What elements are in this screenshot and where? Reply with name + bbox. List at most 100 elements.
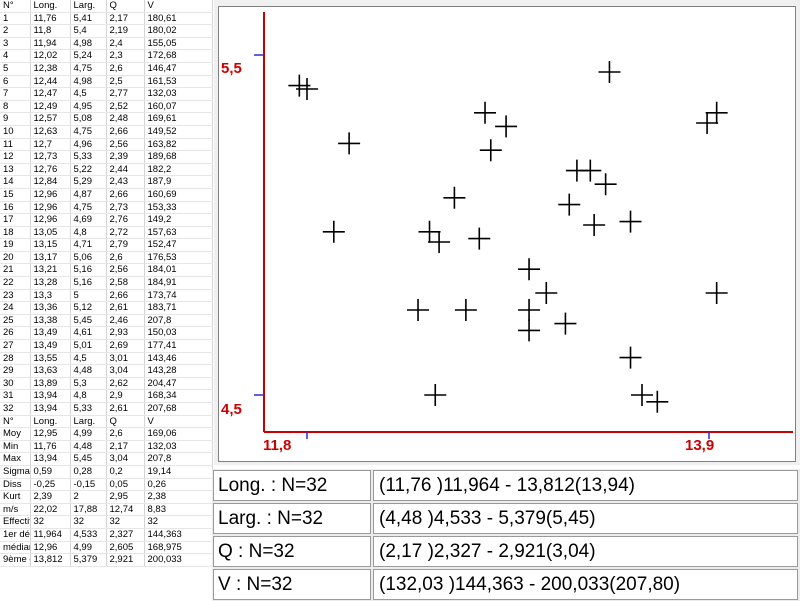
grid-cell[interactable]: 152,47 [144,238,213,252]
grid-cell[interactable]: 207,8 [144,452,213,466]
grid-cell[interactable]: 2,66 [106,125,145,139]
grid-cell[interactable]: 2,72 [106,226,145,240]
grid-cell[interactable]: 4,61 [70,326,107,341]
grid-cell[interactable]: 2,77 [106,87,145,101]
grid-cell[interactable]: 2,61 [106,402,145,416]
grid-cell[interactable]: 149,52 [144,125,213,139]
grid-cell[interactable]: 11,8 [30,24,71,38]
grid-cell[interactable]: 2,46 [106,314,145,328]
grid-cell[interactable]: 13,17 [30,251,71,265]
grid-cell[interactable]: -0,25 [30,478,71,492]
grid-cell[interactable]: 13,89 [30,377,71,391]
grid-cell[interactable]: 2,3 [106,49,145,63]
grid-cell[interactable]: 5,33 [70,402,107,416]
grid-cell[interactable]: 11,964 [30,528,71,542]
grid-cell[interactable]: 1er décile [0,528,31,542]
grid-cell[interactable]: 4,8 [70,226,107,240]
grid-cell[interactable]: 2 [70,490,107,504]
grid-cell[interactable]: 4,8 [70,389,107,403]
grid-cell[interactable]: 5,41 [70,12,107,26]
grid-cell[interactable]: 2,5 [106,75,145,89]
grid-cell[interactable]: N° [0,415,31,429]
grid-cell[interactable]: 17 [0,213,31,227]
grid-cell[interactable]: 0,05 [106,478,145,492]
grid-cell[interactable]: V [144,415,213,429]
grid-cell[interactable]: 146,47 [144,62,213,76]
grid-cell[interactable]: 2,327 [106,528,145,542]
grid-cell[interactable]: 2,39 [30,490,71,504]
grid-cell[interactable]: 4,98 [70,37,107,51]
grid-cell[interactable]: 13,49 [30,339,71,353]
grid-cell[interactable]: 5,3 [70,377,107,391]
grid-cell[interactable]: 4,75 [70,62,107,76]
grid-cell[interactable]: 184,91 [144,276,213,290]
grid-cell[interactable]: 2,95 [106,490,145,504]
grid-cell[interactable]: 2,79 [106,238,145,252]
grid-cell[interactable]: 11 [0,138,31,152]
grid-cell[interactable]: 13,38 [30,314,71,328]
grid-cell[interactable]: 21 [0,263,31,278]
grid-cell[interactable]: 13 [0,163,31,177]
grid-cell[interactable]: 2,69 [106,339,145,353]
grid-cell[interactable]: 4,5 [70,352,107,366]
grid-cell[interactable]: 143,46 [144,352,213,366]
grid-cell[interactable]: 2,6 [106,251,145,265]
grid-cell[interactable]: 12,44 [30,75,71,89]
grid-cell[interactable]: 0,26 [144,478,213,492]
grid-cell[interactable]: 12,74 [106,503,145,517]
grid-cell[interactable]: 177,41 [144,339,213,353]
grid-cell[interactable]: 13,15 [30,238,71,252]
grid-cell[interactable]: 204,47 [144,377,213,391]
grid-cell[interactable]: 9 [0,112,31,126]
grid-cell[interactable]: 4 [0,49,31,63]
grid-cell[interactable]: 169,06 [144,427,213,441]
grid-cell[interactable]: Max [0,452,31,466]
grid-cell[interactable]: Long. [30,0,71,13]
grid-cell[interactable]: 13,94 [30,402,71,416]
grid-cell[interactable]: 163,82 [144,138,213,152]
grid-cell[interactable]: 5,22 [70,163,107,177]
grid-cell[interactable]: 12,38 [30,62,71,76]
grid-cell[interactable]: 13,05 [30,226,71,240]
grid-cell[interactable]: 2,48 [106,112,145,126]
grid-cell[interactable]: 6 [0,75,31,89]
grid-cell[interactable]: 2,62 [106,377,145,391]
grid-cell[interactable]: 12,49 [30,100,71,114]
grid-cell[interactable]: 4,96 [70,138,107,152]
grid-cell[interactable]: 5,16 [70,276,107,290]
grid-cell[interactable]: Q [106,0,145,13]
grid-cell[interactable]: 20 [0,251,31,265]
grid-cell[interactable]: 5,12 [70,301,107,315]
grid-cell[interactable]: 132,03 [144,440,213,454]
grid-cell[interactable]: 12,7 [30,138,71,152]
grid-cell[interactable]: 160,07 [144,100,213,114]
grid-cell[interactable]: 5,379 [70,553,107,567]
grid-cell[interactable]: 12,96 [30,201,71,215]
data-grid[interactable]: N° Long. Larg. Q V 1 11,76 5,41 2,17 180,61 2 11,8 5… [0,0,213,600]
grid-cell[interactable]: 13,55 [30,352,71,366]
grid-cell[interactable]: 12,63 [30,125,71,139]
grid-cell[interactable]: 19,14 [144,465,213,479]
grid-cell[interactable]: 2,52 [106,100,145,114]
grid-cell[interactable]: Diss [0,478,31,492]
grid-cell[interactable]: 17,88 [70,503,107,517]
grid-cell[interactable]: 12,76 [30,163,71,177]
grid-cell[interactable]: 160,69 [144,188,213,202]
grid-cell[interactable]: 5,24 [70,49,107,63]
grid-cell[interactable]: 4,533 [70,528,107,542]
grid-cell[interactable]: 13,28 [30,276,71,290]
grid-cell[interactable]: 2,921 [106,553,145,567]
grid-cell[interactable]: 5,4 [70,24,107,38]
grid-cell[interactable]: 2,56 [106,263,145,278]
grid-cell[interactable]: Kurt [0,490,31,504]
grid-cell[interactable]: 180,02 [144,24,213,38]
grid-cell[interactable]: 155,05 [144,37,213,51]
grid-cell[interactable]: 207,68 [144,402,213,416]
grid-cell[interactable]: 172,68 [144,49,213,63]
grid-cell[interactable]: 5,16 [70,263,107,278]
grid-cell[interactable]: 12,96 [30,188,71,202]
grid-cell[interactable]: 11,94 [30,37,71,51]
grid-cell[interactable]: 2,19 [106,24,145,38]
grid-cell[interactable]: 13,94 [30,452,71,466]
grid-cell[interactable]: 32 [30,515,71,529]
